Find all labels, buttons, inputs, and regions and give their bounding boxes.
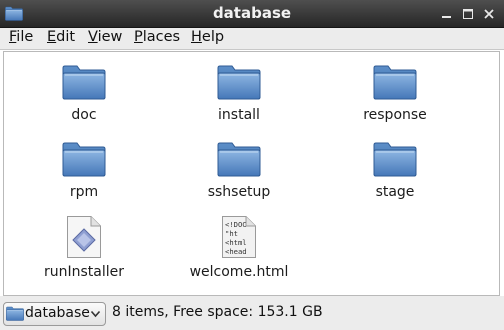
title-bar[interactable]: database [0, 0, 504, 28]
folder-icon [217, 141, 261, 177]
menu-edit[interactable]: Edit [47, 29, 75, 45]
file-item-sshsetup[interactable]: sshsetup [164, 141, 314, 200]
file-item-stage[interactable]: stage [320, 141, 470, 200]
file-label: rpm [69, 184, 99, 200]
menu-view[interactable]: View [88, 29, 122, 45]
executable-script-icon [67, 216, 101, 258]
preview-line-4: <head [225, 247, 247, 256]
menu-help[interactable]: Help [191, 29, 224, 45]
menu-file[interactable]: File [9, 29, 33, 45]
folder-icon [6, 306, 24, 321]
status-bar: database 8 items, Free space: 153.1 GB [0, 296, 504, 330]
file-label: welcome.html [189, 264, 289, 280]
window-title: database [212, 4, 292, 22]
file-label: stage [375, 184, 415, 200]
minimize-icon[interactable] [439, 6, 455, 22]
location-label: database [25, 305, 90, 321]
folder-icon [373, 141, 417, 177]
location-dropdown[interactable]: database [3, 302, 106, 326]
preview-line-3: <html [225, 238, 247, 247]
status-info: 8 items, Free space: 153.1 GB [112, 304, 323, 320]
preview-line-2: "ht [225, 229, 238, 238]
file-item-welcome-html[interactable]: <!DOC "ht <html <head welcome.html [164, 215, 314, 280]
file-label: response [363, 107, 427, 123]
maximize-icon[interactable] [460, 6, 476, 22]
preview-line-1: <!DOC [225, 220, 247, 229]
folder-icon [62, 64, 106, 100]
file-label: sshsetup [207, 184, 271, 200]
file-view[interactable]: doc install response rpm sshsetup stage … [3, 51, 500, 296]
file-item-doc[interactable]: doc [9, 64, 159, 123]
menu-places[interactable]: Places [134, 29, 180, 45]
close-icon[interactable] [481, 6, 497, 22]
file-label: install [218, 107, 260, 123]
file-item-rpm[interactable]: rpm [9, 141, 159, 200]
chevron-down-icon [90, 310, 101, 318]
file-item-response[interactable]: response [320, 64, 470, 123]
menu-bar: File Edit View Places Help [0, 28, 504, 50]
file-label: runInstaller [43, 264, 124, 280]
folder-icon [62, 141, 106, 177]
html-file-icon: <!DOC "ht <html <head [222, 216, 256, 258]
folder-icon [373, 64, 417, 100]
file-item-runinstaller[interactable]: runInstaller [9, 215, 159, 280]
file-item-install[interactable]: install [164, 64, 314, 123]
file-label: doc [71, 107, 97, 123]
folder-icon [217, 64, 261, 100]
